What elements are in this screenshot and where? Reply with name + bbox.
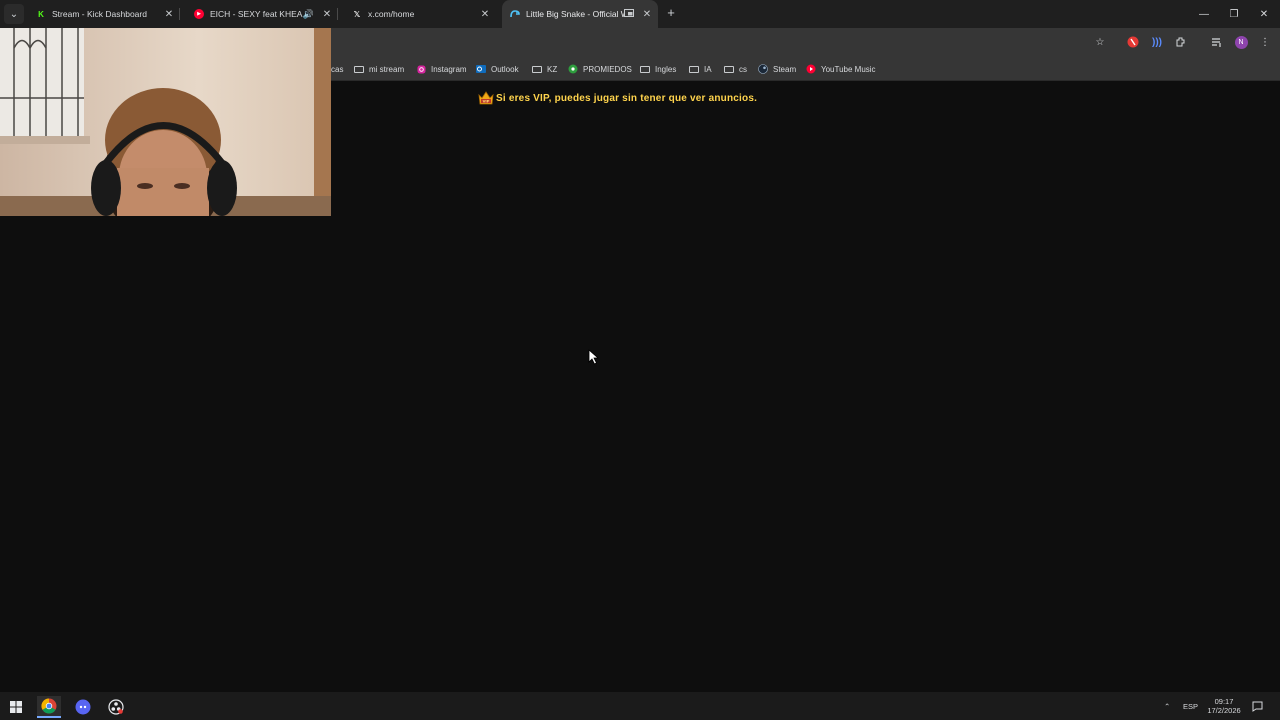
tab-youtube-music[interactable]: ▶ EICH - SEXY feat KHEA & D 🔊 ✕ [186, 0, 338, 28]
extension-audio-icon[interactable]: ))) [1149, 34, 1165, 50]
clock[interactable]: 09:17 17/2/2026 [1204, 692, 1244, 720]
webcam-feed-image [0, 28, 331, 216]
minimize-button[interactable]: — [1189, 0, 1219, 28]
obs-taskbar-icon[interactable] [104, 696, 128, 718]
snake-icon [510, 9, 520, 19]
tab-title: x.com/home [368, 9, 415, 19]
windows-start-icon[interactable] [4, 696, 28, 718]
bookmark-label: IA [704, 64, 712, 74]
webcam-overlay [0, 28, 331, 216]
bookmark-instagram[interactable]: Instagram [416, 62, 467, 76]
close-window-button[interactable]: ✕ [1249, 0, 1279, 28]
notifications-icon[interactable] [1252, 692, 1263, 720]
bookmark-mi-stream[interactable]: mi stream [354, 62, 404, 76]
close-tab-icon[interactable]: ✕ [162, 9, 176, 20]
discord-taskbar-icon[interactable] [71, 696, 95, 718]
restore-button[interactable]: ❐ [1219, 0, 1249, 28]
clock-time: 09:17 [1214, 697, 1234, 706]
vip-message: Si eres VIP, puedes jugar sin tener que … [496, 92, 758, 104]
mouse-cursor-icon [588, 349, 600, 365]
tab-title: Stream - Kick Dashboard [52, 9, 147, 19]
instagram-icon [416, 64, 426, 74]
close-tab-icon[interactable]: ✕ [640, 9, 654, 20]
folder-icon [689, 65, 699, 73]
bookmark-cas[interactable]: cas [331, 62, 343, 76]
bookmark-cs[interactable]: cs [724, 62, 747, 76]
vip-banner[interactable]: VIP Si eres VIP, puedes jugar sin tener … [478, 89, 757, 107]
youtube-music-icon [806, 64, 816, 74]
chrome-taskbar-icon[interactable] [37, 696, 61, 718]
tab-kick-dashboard[interactable]: K Stream - Kick Dashboard ✕ [28, 0, 180, 28]
close-tab-icon[interactable]: ✕ [478, 9, 492, 20]
bookmark-youtube-music[interactable]: YouTube Music [806, 62, 876, 76]
tab-little-big-snake[interactable]: Little Big Snake - Official W ✕ [502, 0, 658, 28]
tab-title: Little Big Snake - Official W [526, 9, 624, 19]
extension-red-icon[interactable] [1125, 34, 1141, 50]
bookmark-label: cas [331, 64, 344, 74]
steam-icon [758, 64, 768, 74]
bookmark-label: cs [739, 64, 747, 74]
input-language[interactable]: ESP [1183, 692, 1198, 720]
kick-icon: K [38, 9, 44, 19]
folder-icon [354, 65, 364, 73]
bookmark-label: mi stream [369, 64, 405, 74]
folder-icon [640, 65, 650, 73]
kebab-menu-icon[interactable]: ⋮ [1257, 34, 1273, 50]
youtube-music-icon: ▶ [194, 9, 204, 19]
bookmark-steam[interactable]: Steam [758, 62, 796, 76]
bookmark-ingles[interactable]: Ingles [640, 62, 676, 76]
bookmark-label: KZ [547, 64, 558, 74]
bookmark-label: Instagram [431, 64, 467, 74]
clock-date: 17/2/2026 [1207, 706, 1241, 715]
promiedos-icon [568, 64, 578, 74]
tab-title: EICH - SEXY feat KHEA & D [210, 9, 303, 19]
outlook-icon [476, 64, 486, 74]
bookmark-promiedos[interactable]: PROMIEDOS [568, 62, 632, 76]
chevron-down-icon: ⌄ [9, 8, 19, 20]
close-tab-icon[interactable]: ✕ [320, 9, 334, 20]
bookmark-label: YouTube Music [821, 64, 876, 74]
tab-search-button[interactable]: ⌄ [4, 4, 24, 24]
bookmark-label: Outlook [491, 64, 519, 74]
tray-chevron-up-icon[interactable]: ⌃ [1164, 692, 1170, 720]
picture-in-picture-icon[interactable] [624, 9, 634, 19]
speaker-icon[interactable]: 🔊 [303, 9, 314, 20]
tab-x-home[interactable]: 𝕏 x.com/home ✕ [344, 0, 496, 28]
x-icon: 𝕏 [353, 9, 361, 19]
svg-text:VIP: VIP [483, 99, 490, 103]
star-bookmark-icon[interactable]: ☆ [1092, 34, 1108, 50]
bookmark-ia[interactable]: IA [689, 62, 712, 76]
bookmark-kz[interactable]: KZ [532, 62, 557, 76]
vip-crown-icon: VIP [478, 90, 494, 106]
new-tab-button[interactable]: + [663, 4, 679, 22]
bookmark-label: PROMIEDOS [583, 64, 632, 74]
windows-taskbar: ⌃ ESP 09:17 17/2/2026 [0, 692, 1280, 720]
media-controls-icon[interactable] [1209, 34, 1225, 50]
folder-icon [724, 65, 734, 73]
extensions-puzzle-icon[interactable] [1173, 34, 1189, 50]
profile-avatar[interactable]: N [1233, 34, 1249, 50]
folder-icon [532, 65, 542, 73]
bookmark-label: Steam [773, 64, 797, 74]
tab-strip: ⌄ K Stream - Kick Dashboard ✕ ▶ EICH - S… [0, 0, 1280, 28]
bookmark-outlook[interactable]: Outlook [476, 62, 519, 76]
bookmark-label: Ingles [655, 64, 677, 74]
